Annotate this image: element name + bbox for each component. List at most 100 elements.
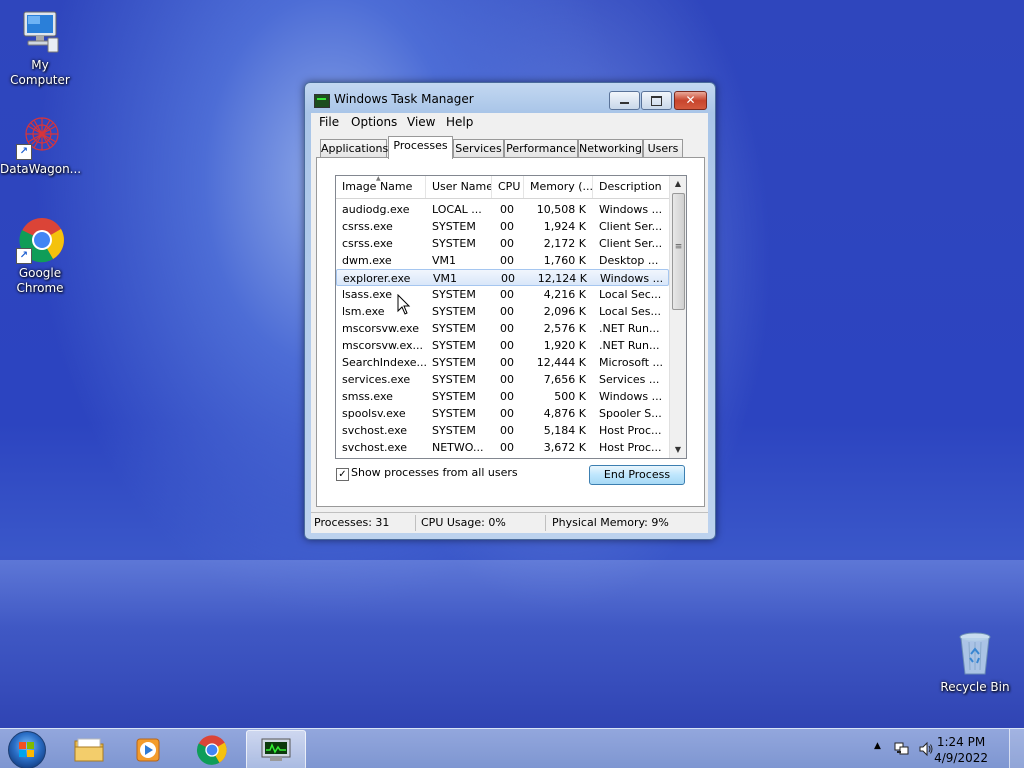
table-row[interactable]: mscorsvw.exe SYSTEM 00 2,576 K .NET Run... — [336, 320, 669, 337]
column-header-cpu[interactable]: CPU — [492, 176, 524, 198]
process-name: services.exe — [342, 373, 411, 386]
table-row[interactable]: svchost.exe SYSTEM 00 5,184 K Host Proc... — [336, 422, 669, 439]
table-row[interactable]: smss.exe SYSTEM 00 500 K Windows ... — [336, 388, 669, 405]
column-header-description[interactable]: Description — [593, 176, 669, 198]
table-row[interactable]: SearchIndexe... SYSTEM 00 12,444 K Microsoft… — [336, 354, 669, 371]
taskbar-chrome-button[interactable] — [183, 730, 241, 768]
process-memory: 1,924 K — [543, 220, 586, 233]
menu-file[interactable]: File — [319, 115, 339, 129]
process-user: LOCAL ... — [432, 203, 482, 216]
taskbar-task-manager-button[interactable] — [246, 730, 306, 768]
media-player-icon — [136, 738, 160, 762]
show-desktop-button[interactable] — [1009, 729, 1024, 768]
tab-services[interactable]: Services — [453, 139, 504, 158]
menu-bar: File Options View Help — [311, 113, 708, 131]
show-hidden-icons-arrow[interactable]: ▲ — [874, 741, 881, 751]
process-description: Windows ... — [600, 272, 664, 285]
process-description: Local Sec... — [599, 288, 662, 301]
menu-view[interactable]: View — [407, 115, 435, 129]
process-user: SYSTEM — [432, 390, 476, 403]
tab-applications[interactable]: Applications — [320, 139, 388, 158]
title-bar[interactable]: Windows Task Manager ✕ — [305, 83, 715, 113]
tab-networking[interactable]: Networking — [578, 139, 643, 158]
process-description: Spooler S... — [599, 407, 662, 420]
table-row[interactable]: svchost.exe NETWO... 00 3,672 K Host Proc... — [336, 439, 669, 456]
desktop-icon-google-chrome[interactable]: ↗ Google Chrome — [0, 216, 80, 296]
scroll-up-arrow-icon[interactable]: ▲ — [670, 176, 686, 192]
network-icon[interactable] — [894, 741, 910, 757]
table-row[interactable]: lsass.exe SYSTEM 00 4,216 K Local Sec... — [336, 286, 669, 303]
table-row[interactable]: dwm.exe VM1 00 1,760 K Desktop ... — [336, 252, 669, 269]
process-name: audiodg.exe — [342, 203, 410, 216]
tab-users[interactable]: Users — [643, 139, 683, 158]
process-description: Microsoft ... — [599, 356, 664, 369]
menu-options[interactable]: Options — [351, 115, 397, 129]
process-cpu: 00 — [500, 339, 514, 352]
close-button[interactable]: ✕ — [674, 91, 707, 110]
column-header-image-name[interactable]: Image Name ▲ — [336, 176, 426, 198]
process-memory: 2,576 K — [543, 322, 586, 335]
process-description: Desktop ... — [599, 254, 659, 267]
start-button[interactable] — [8, 731, 46, 768]
window-client-area: File Options View Help Applications Proc… — [311, 113, 708, 533]
desktop-icon-recycle-bin[interactable]: Recycle Bin — [935, 630, 1015, 695]
end-process-button[interactable]: End Process — [589, 465, 685, 485]
tab-processes[interactable]: Processes — [388, 136, 453, 159]
window-title: Windows Task Manager — [334, 92, 474, 106]
table-row[interactable]: spoolsv.exe SYSTEM 00 4,876 K Spooler S... — [336, 405, 669, 422]
show-all-users-checkbox[interactable]: ✓ — [336, 468, 349, 481]
column-header-user-name[interactable]: User Name — [426, 176, 492, 198]
process-memory: 3,672 K — [543, 441, 586, 454]
system-tray: ▲ 1:24 PM 4/9/2022 — [864, 729, 1024, 768]
task-manager-window[interactable]: Windows Task Manager ✕ File Options View… — [304, 82, 716, 540]
datawagon-icon: ↗ — [16, 112, 64, 160]
vertical-scrollbar[interactable]: ▲ ▼ — [669, 176, 686, 458]
table-row[interactable]: csrss.exe SYSTEM 00 1,924 K Client Ser... — [336, 218, 669, 235]
process-cpu: 00 — [500, 356, 514, 369]
taskbar-media-player-button[interactable] — [120, 730, 178, 768]
status-cpu-usage: CPU Usage: 0% — [421, 516, 506, 529]
process-cpu: 00 — [500, 254, 514, 267]
table-row[interactable]: explorer.exe VM1 00 12,124 K Windows ... — [336, 269, 669, 286]
process-user: SYSTEM — [432, 305, 476, 318]
desktop-wallpaper-reflection — [0, 560, 1024, 730]
scroll-thumb[interactable] — [672, 193, 685, 310]
tab-performance[interactable]: Performance — [504, 139, 578, 158]
process-name: smss.exe — [342, 390, 393, 403]
process-name: dwm.exe — [342, 254, 392, 267]
process-name: svchost.exe — [342, 424, 408, 437]
show-all-users-label[interactable]: Show processes from all users — [351, 466, 518, 479]
process-memory: 12,444 K — [536, 356, 586, 369]
mouse-cursor-icon — [397, 294, 411, 315]
table-row[interactable]: csrss.exe SYSTEM 00 2,172 K Client Ser... — [336, 235, 669, 252]
chrome-icon: ↗ — [16, 216, 64, 264]
volume-icon[interactable] — [918, 741, 934, 757]
process-name: mscorsvw.exe — [342, 322, 419, 335]
table-row[interactable]: lsm.exe SYSTEM 00 2,096 K Local Ses... — [336, 303, 669, 320]
desktop-icon-datawagon[interactable]: ↗ DataWagon... — [0, 112, 81, 177]
process-list[interactable]: Image Name ▲ User Name CPU Memory (... D… — [335, 175, 687, 459]
computer-icon — [16, 8, 64, 56]
table-row[interactable]: audiodg.exe LOCAL ... 00 10,508 K Windows ..… — [336, 201, 669, 218]
minimize-button[interactable] — [609, 91, 640, 110]
task-manager-icon — [314, 94, 330, 108]
process-user: SYSTEM — [432, 220, 476, 233]
status-physical-memory: Physical Memory: 9% — [552, 516, 669, 529]
table-row[interactable]: services.exe SYSTEM 00 7,656 K Services ... — [336, 371, 669, 388]
process-cpu: 00 — [500, 305, 514, 318]
status-processes: Processes: 31 — [314, 516, 390, 529]
column-header-memory[interactable]: Memory (... — [524, 176, 593, 198]
clock[interactable]: 1:24 PM 4/9/2022 — [934, 734, 988, 766]
process-cpu: 00 — [500, 220, 514, 233]
desktop-icon-my-computer[interactable]: My Computer — [0, 8, 80, 88]
menu-help[interactable]: Help — [446, 115, 473, 129]
maximize-button[interactable] — [641, 91, 672, 110]
process-user: SYSTEM — [432, 407, 476, 420]
taskbar-explorer-button[interactable] — [60, 730, 118, 768]
process-cpu: 00 — [500, 407, 514, 420]
table-row[interactable]: mscorsvw.ex... SYSTEM 00 1,920 K .NET Run... — [336, 337, 669, 354]
process-user: VM1 — [432, 254, 457, 267]
process-user: SYSTEM — [432, 322, 476, 335]
process-cpu: 00 — [500, 203, 514, 216]
scroll-down-arrow-icon[interactable]: ▼ — [670, 442, 686, 458]
